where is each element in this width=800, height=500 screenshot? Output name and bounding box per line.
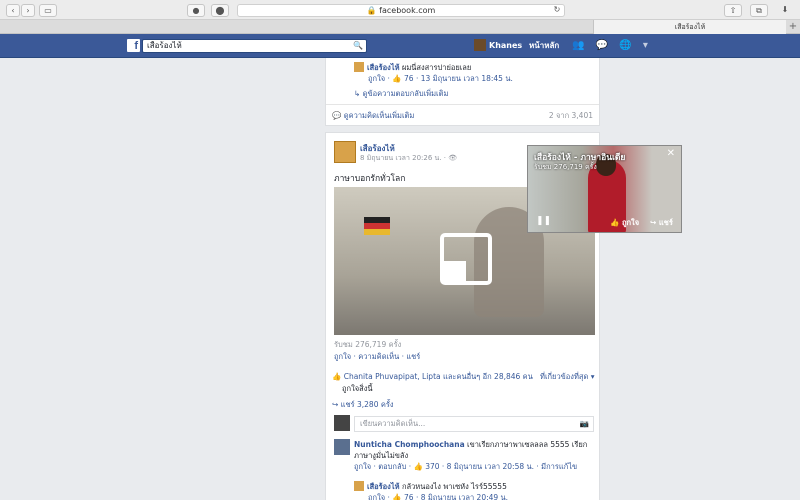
home-link[interactable]: หน้าหลัก — [529, 39, 559, 53]
facebook-header: f เสือร้องไห้ 🔍 Khanes หน้าหลัก 👥 💬 🌐 ▾ — [0, 34, 800, 58]
header-notification-icons[interactable]: 👥 💬 🌐 ▾ — [572, 40, 652, 51]
comment-sort-dropdown[interactable]: ที่เกี่ยวข้องที่สุด ▾ — [540, 371, 595, 383]
camera-icon[interactable]: 📷 — [580, 417, 589, 431]
reply-text: ผมนี่สงสารปาย่อยเลย — [399, 63, 472, 72]
reply-text: กลัวหนองไง พาเซหัง ไรร์55555 — [399, 482, 507, 491]
previous-post-card: เสือร้องไห้ ผมนี่สงสารปาย่อยเลย ถูกใจ · … — [325, 58, 600, 126]
browser-toolbar: ‹ › ▭ ● ⬤ 🔒 facebook.com ↻ ⇧ ⧉ ⬇ — [0, 0, 800, 20]
reply-author[interactable]: เสือร้องไห้ — [367, 482, 400, 491]
avatar — [354, 62, 364, 72]
forward-button[interactable]: › — [21, 4, 35, 17]
likes-suffix: ถูกใจสิ่งนี้ — [342, 384, 373, 393]
more-replies-link[interactable]: ↳ ดูข้อความตอบกลับเพิ่มเติม — [354, 88, 448, 100]
privacy-icon[interactable]: ● — [187, 4, 205, 17]
profile-link[interactable]: Khanes — [474, 39, 522, 53]
comment-placeholder: เขียนความคิดเห็น... — [360, 419, 426, 428]
tab-active[interactable]: เสือร้องไห้ — [593, 20, 786, 34]
comment-count: 2 จาก 3,401 — [548, 111, 593, 120]
downloads-icon[interactable]: ⬇ — [776, 4, 794, 17]
extension-icon[interactable]: ⬤ — [211, 4, 229, 17]
view-count: รับชม 276,719 ครั้ง — [334, 340, 402, 349]
avatar — [334, 415, 350, 431]
pip-subtitle: รับชม 276,719 ครั้ง — [534, 163, 597, 171]
back-button[interactable]: ‹ — [6, 4, 20, 17]
reload-icon[interactable]: ↻ — [550, 4, 564, 17]
picture-in-picture-icon[interactable] — [440, 233, 492, 285]
shares-link[interactable]: ↪ แชร์ 3,280 ครั้ง — [332, 399, 394, 411]
reply-author[interactable]: เสือร้องไห้ — [367, 63, 400, 72]
view-more-comments-link[interactable]: 💬 ดูความคิดเห็นเพิ่มเติม — [332, 110, 414, 122]
sidebar-icon[interactable]: ▭ — [39, 4, 57, 17]
comment-author[interactable]: Nunticha Chomphoochana — [354, 440, 465, 449]
pip-share-button[interactable]: ↪ แชร์ — [650, 217, 673, 229]
avatar — [354, 481, 364, 491]
search-icon[interactable]: 🔍 — [353, 40, 363, 52]
reply-item: เสือร้องไห้ ผมนี่สงสารปาย่อยเลย ถูกใจ · … — [354, 62, 599, 84]
pip-like-button[interactable]: 👍 ถูกใจ — [610, 217, 639, 229]
post-text: ภาษาบอกรักทั่วโลก — [334, 174, 406, 184]
news-feed: เสือร้องไห้ ผมนี่สงสารปาย่อยเลย ถูกใจ · … — [325, 58, 600, 500]
comment-composer: เขียนความคิดเห็น... 📷 — [334, 415, 594, 433]
avatar — [474, 39, 486, 51]
pause-icon[interactable]: ❚❚ — [536, 216, 551, 226]
reply-meta[interactable]: ถูกใจ · 👍 76 · 8 มิถุนายน เวลา 20:49 น. — [354, 492, 594, 500]
address-bar[interactable]: 🔒 facebook.com — [237, 4, 565, 17]
search-value: เสือร้องไห้ — [147, 41, 182, 50]
tabs-icon[interactable]: ⧉ — [750, 4, 768, 17]
search-input[interactable]: เสือร้องไห้ 🔍 — [142, 39, 367, 53]
avatar[interactable] — [334, 439, 350, 455]
flag-image — [364, 217, 390, 235]
pip-video-player[interactable]: เสือร้องไห้ - ภาษาอินเดีย รับชม 276,719 … — [527, 145, 682, 233]
new-tab-button[interactable]: + — [786, 20, 800, 34]
divider — [326, 104, 599, 105]
comment-meta[interactable]: ถูกใจ · ตอบกลับ · 👍 370 · 8 มิถุนายน เวล… — [354, 461, 594, 472]
user-name: Khanes — [489, 41, 523, 50]
close-icon[interactable]: ✕ — [667, 148, 675, 159]
post-actions[interactable]: ถูกใจ · ความคิดเห็น · แชร์ — [334, 351, 420, 363]
reply-meta[interactable]: ถูกใจ · 👍 76 · 13 มิถุนายน เวลา 18:45 น. — [354, 73, 599, 84]
avatar[interactable] — [334, 141, 356, 163]
comment-input[interactable]: เขียนความคิดเห็น... 📷 — [354, 416, 594, 432]
post-timestamp[interactable]: 8 มิถุนายน เวลา 20:26 น. · 👁 — [360, 153, 457, 164]
share-icon[interactable]: ⇧ — [724, 4, 742, 17]
facebook-logo-icon[interactable]: f — [127, 39, 140, 52]
reply-item: เสือร้องไห้ กลัวหนองไง พาเซหัง ไรร์55555… — [354, 481, 594, 500]
